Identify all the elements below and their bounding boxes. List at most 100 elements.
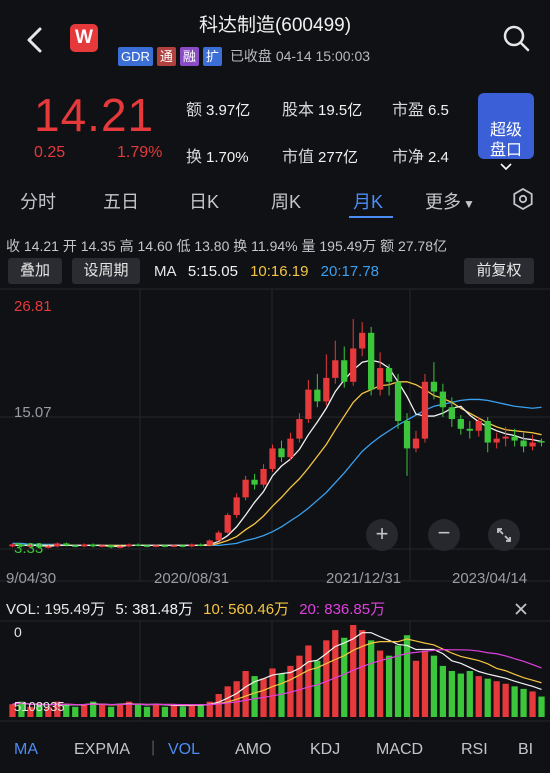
x-label: 2023/04/14 xyxy=(452,570,527,587)
active-tab-indicator xyxy=(349,216,393,218)
zoom-in-button[interactable]: + xyxy=(366,519,398,551)
volume-bar xyxy=(511,686,518,717)
candle-body xyxy=(439,391,447,408)
tab-intraday[interactable]: 分时 xyxy=(20,188,56,214)
indicator-tab-bi[interactable]: BI xyxy=(518,741,533,759)
candle-body xyxy=(143,545,151,547)
zoom-out-button[interactable]: − xyxy=(428,519,460,551)
candle-body xyxy=(538,441,545,443)
volume-bar xyxy=(341,637,348,717)
volume-bar xyxy=(430,655,438,717)
indicator-tab-ma[interactable]: MA xyxy=(14,741,38,759)
volume-bar xyxy=(385,655,393,717)
tag-gdr[interactable]: GDR xyxy=(118,46,153,66)
candle-body xyxy=(233,497,240,516)
candle-body xyxy=(179,545,186,547)
last-price: 14.21 xyxy=(34,89,155,141)
candle-body xyxy=(394,381,402,421)
volume-legend: VOL: 195.49万 5: 381.48万 10: 560.46万 20: … xyxy=(6,601,386,618)
candle-body xyxy=(350,348,357,382)
fullscreen-icon[interactable] xyxy=(488,519,520,551)
candle-body xyxy=(251,479,258,485)
volume-bar xyxy=(466,671,473,717)
overlay-button[interactable]: 叠加 xyxy=(8,258,62,284)
candle-body xyxy=(197,544,204,546)
candle-body xyxy=(63,543,70,546)
candle-body xyxy=(430,381,438,392)
volume-bar xyxy=(170,704,178,717)
volume-bar xyxy=(134,704,142,717)
set-period-button[interactable]: 设周期 xyxy=(72,258,140,284)
candle-body xyxy=(45,546,52,548)
candle-body xyxy=(224,515,231,533)
volume-bar xyxy=(529,691,536,717)
indicator-tab-kdj[interactable]: KDJ xyxy=(310,741,340,759)
tag-tong[interactable]: 通 xyxy=(156,46,176,66)
volume-bar xyxy=(493,681,500,717)
candles xyxy=(9,319,545,549)
ma-lines xyxy=(12,359,542,548)
candle-body xyxy=(188,544,195,547)
candle-body xyxy=(269,448,276,469)
stat-turnover: 换 1.70% xyxy=(186,149,249,166)
volume-bar xyxy=(99,704,106,717)
candle-body xyxy=(287,438,294,458)
ma-legend: MA 5:15.05 10:16.19 20:17.78 xyxy=(154,263,380,280)
candle-body xyxy=(376,368,384,390)
candle-body xyxy=(359,332,366,349)
candle-body xyxy=(520,440,527,447)
close-icon[interactable] xyxy=(514,602,528,616)
candle-body xyxy=(466,428,473,431)
volume-bar xyxy=(152,704,160,717)
candle-body xyxy=(107,545,115,548)
tab-weekly-k[interactable]: 周K xyxy=(271,188,301,214)
super-orderbook-button[interactable]: 超级 盘口 xyxy=(478,93,534,171)
candle-body xyxy=(99,545,106,547)
chart-grid xyxy=(0,288,550,722)
volume-bar xyxy=(421,650,429,717)
stat-share-capital: 股本 19.5亿 xyxy=(282,102,363,119)
volume-bar xyxy=(439,665,447,717)
volume-bar xyxy=(314,660,321,717)
candle-body xyxy=(511,436,518,441)
adjust-mode-button[interactable]: 前复权 xyxy=(464,258,534,284)
volume-bar xyxy=(242,671,249,717)
indicator-tab-macd[interactable]: MACD xyxy=(376,741,423,759)
candle-body xyxy=(305,389,312,420)
volume-bar xyxy=(520,688,527,717)
candle-body xyxy=(332,360,339,378)
volume-bar xyxy=(457,673,464,717)
price-change: 0.25 xyxy=(34,144,66,161)
candle-body xyxy=(502,436,509,439)
search-icon[interactable] xyxy=(500,22,532,54)
candle-body xyxy=(484,420,491,443)
candle-body xyxy=(341,360,348,382)
tag-kuo[interactable]: 扩 xyxy=(202,46,222,66)
volume-bar xyxy=(197,704,204,717)
tag-rong[interactable]: 融 xyxy=(179,46,199,66)
indicator-tab-vol[interactable]: VOL xyxy=(168,741,200,759)
candle-body xyxy=(81,544,88,547)
volume-bar xyxy=(296,655,303,717)
volume-bar xyxy=(538,696,545,717)
candle-body xyxy=(72,545,79,547)
indicator-tab-expma[interactable]: EXPMA xyxy=(74,741,130,759)
tab-five-day[interactable]: 五日 xyxy=(103,188,139,214)
volume-bar xyxy=(81,704,88,717)
volume-bar xyxy=(188,704,195,717)
candle-body xyxy=(278,448,285,458)
tab-more[interactable]: 更多 ▼ xyxy=(425,188,475,214)
volume-bar xyxy=(475,676,482,717)
tab-daily-k[interactable]: 日K xyxy=(189,188,219,214)
indicator-tab-rsi[interactable]: RSI xyxy=(461,741,488,759)
volume-bar xyxy=(359,630,366,717)
tab-monthly-k[interactable]: 月K xyxy=(353,188,383,214)
volume-bottom-label: 5108935 xyxy=(14,699,65,714)
settings-icon[interactable] xyxy=(512,188,534,210)
kline-chart[interactable]: 26.81 15.07 3.33 9/04/30 2020/08/31 2021/12/3… xyxy=(0,285,550,738)
volume-bar xyxy=(305,645,312,717)
dropdown-arrow-icon: ▼ xyxy=(463,197,475,211)
candle-body xyxy=(421,381,429,439)
candle-body xyxy=(125,544,133,547)
indicator-tab-amo[interactable]: AMO xyxy=(235,741,271,759)
